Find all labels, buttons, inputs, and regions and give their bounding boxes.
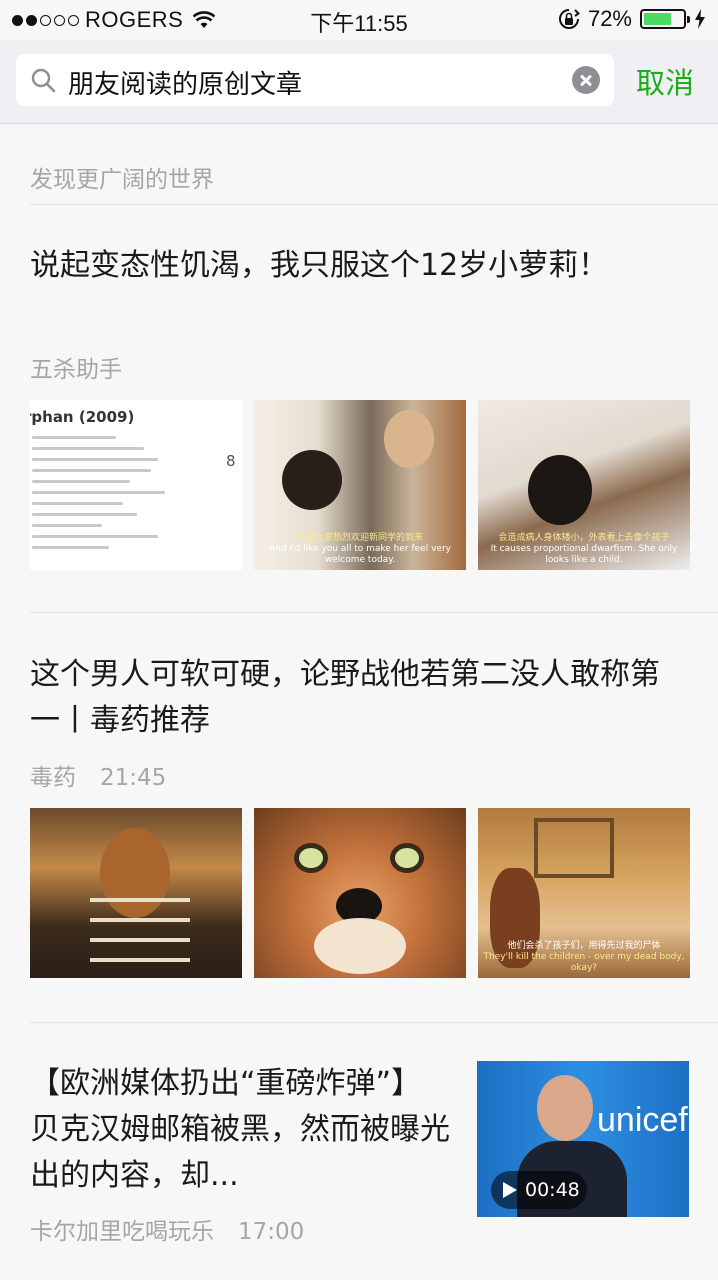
thumb-muzzle [314, 918, 406, 974]
divider [30, 612, 718, 613]
thumb-figure [528, 455, 592, 525]
charging-icon [695, 9, 705, 29]
video-thumbnail[interactable]: unicef 00:48 [477, 1061, 689, 1217]
article-meta: 五杀助手 [30, 350, 122, 384]
video-duration: 00:48 [525, 1179, 580, 1201]
search-header: 朋友阅读的原创文章 取消 [0, 40, 718, 124]
article-source: 卡尔加里吃喝玩乐 [30, 1219, 214, 1245]
video-duration-badge: 00:48 [491, 1171, 587, 1209]
search-icon [31, 68, 56, 93]
divider [30, 204, 718, 205]
thumb-eye [390, 843, 424, 873]
thumb-figure [384, 410, 434, 468]
status-bar: ROGERS 下午11:55 72% [0, 0, 718, 40]
thumb-text: rphan (2009) [30, 408, 135, 426]
play-icon [503, 1182, 517, 1198]
thumb-subtitle: 他们会杀了孩子们，用得先过我的尸体 They'll kill the child… [483, 941, 685, 973]
thumb-subtitle: 会造成病人身体矮小，外表看上去像个孩子 It causes proportion… [490, 533, 678, 565]
cancel-button[interactable]: 取消 [636, 60, 694, 102]
article-time: 17:00 [238, 1219, 305, 1245]
article-meta: 毒药 21:45 [30, 758, 166, 792]
thumb-eye [294, 843, 328, 873]
thumb-lines [32, 436, 172, 557]
article-meta: 卡尔加里吃喝玩乐 17:00 [30, 1212, 304, 1246]
battery-percent: 72% [587, 6, 632, 31]
battery-fill [644, 13, 672, 25]
divider [30, 1022, 718, 1023]
section-label: 发现更广阔的世界 [30, 167, 214, 193]
battery-icon [640, 9, 690, 29]
article-thumbnail[interactable]: rphan (2009) 8 [30, 400, 242, 570]
thumb-sign: unicef [597, 1101, 688, 1139]
article-title[interactable]: 【欧洲媒体扔出“重磅炸弹”】贝克汉姆邮箱被黑，然而被曝光出的内容，却... [30, 1061, 450, 1199]
status-right: 72% [558, 6, 706, 32]
thumb-subtitle: 希望大家热烈欢迎新同学的到来 And I'd like you all to m… [269, 533, 451, 565]
thumb-face [537, 1075, 593, 1141]
article-thumbnail[interactable]: 希望大家热烈欢迎新同学的到来 And I'd like you all to m… [254, 400, 466, 570]
thumb-frame [534, 818, 614, 878]
thumb-figure [282, 450, 342, 510]
article-thumbnail[interactable] [254, 808, 466, 978]
search-input[interactable]: 朋友阅读的原创文章 [16, 54, 614, 106]
clear-search-icon[interactable] [572, 66, 600, 94]
article-thumbnail[interactable]: 会造成病人身体矮小，外表看上去像个孩子 It causes proportion… [478, 400, 690, 570]
article-source: 毒药 [30, 765, 76, 791]
article-source: 五杀助手 [30, 357, 122, 383]
rotation-lock-icon [558, 9, 580, 29]
article-time: 21:45 [100, 765, 167, 791]
article-title[interactable]: 这个男人可软可硬，论野战他若第二没人敢称第一丨毒药推荐 [30, 652, 670, 744]
article-title[interactable]: 说起变态性饥渴，我只服这个12岁小萝莉！ [30, 243, 650, 289]
article-thumbnail[interactable] [30, 808, 242, 978]
thumb-number: 8 [226, 452, 236, 470]
article-thumbnail[interactable]: 他们会杀了孩子们，用得先过我的尸体 They'll kill the child… [478, 808, 690, 978]
search-query-text[interactable]: 朋友阅读的原创文章 [68, 64, 302, 101]
thumb-figure [100, 828, 170, 918]
